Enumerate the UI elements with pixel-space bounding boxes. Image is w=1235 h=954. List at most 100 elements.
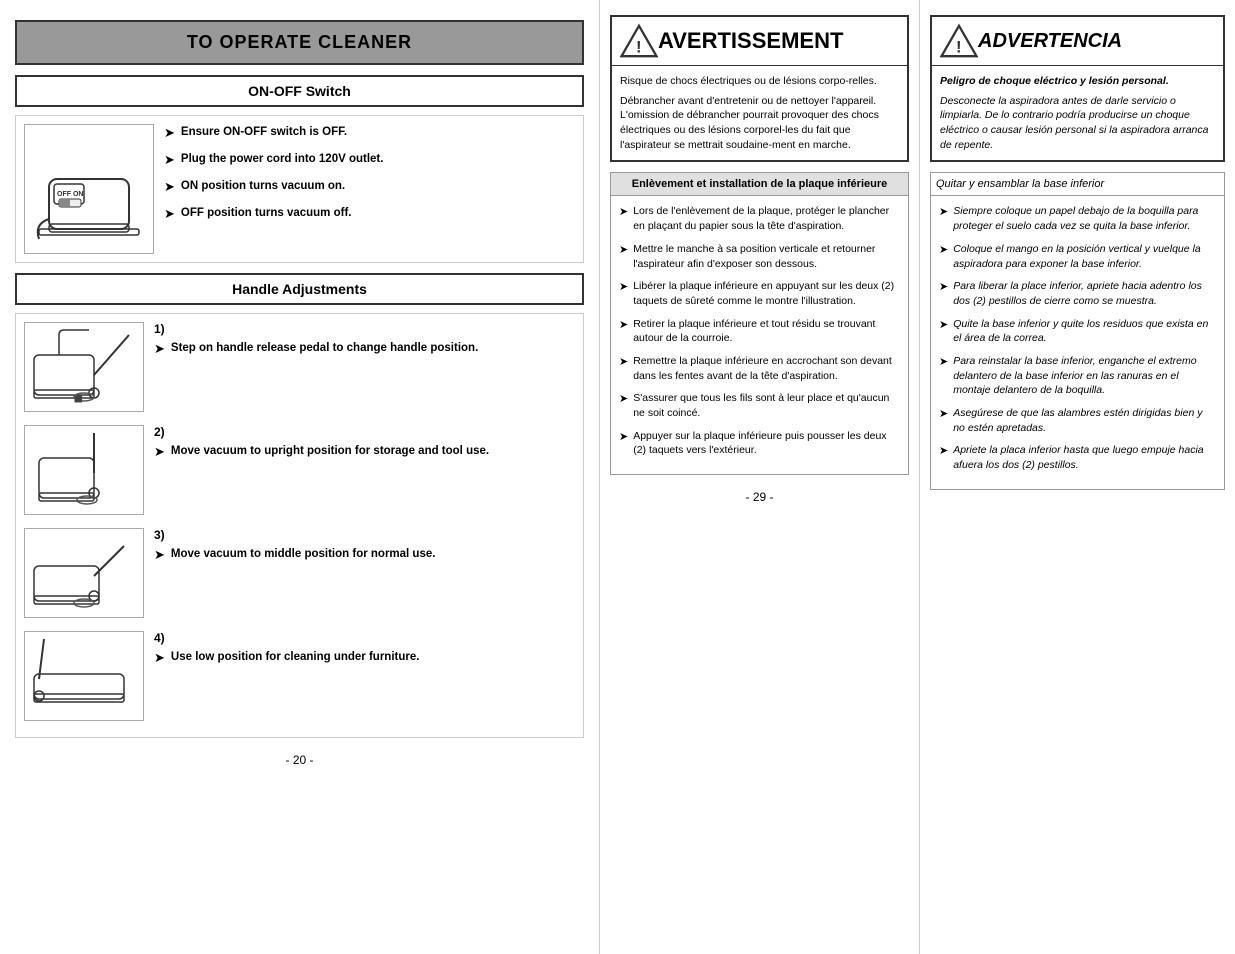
warning-header-es: ! ADVERTENCIA — [932, 17, 1223, 66]
bullet-fr-5: ➤ Remettre la plaque inférieure en accro… — [619, 354, 900, 383]
bullet-text-fr-2: Mettre le manche à sa position verticale… — [633, 242, 900, 271]
page-center: ! AVERTISSEMENT Risque de chocs électriq… — [600, 0, 920, 954]
handle-step-1: 1) ➤ Step on handle release pedal to cha… — [154, 322, 575, 367]
instruction-text-2: Plug the power cord into 120V outlet. — [181, 151, 384, 167]
bullet-arrow-fr-2: ➤ — [619, 243, 628, 258]
warning-title-fr: AVERTISSEMENT — [658, 28, 843, 54]
svg-text:⬛: ⬛ — [74, 394, 83, 403]
warning-text-fr-2: Débrancher avant d'entretenir ou de nett… — [620, 94, 899, 153]
handle-section: ⬛ 1) ➤ Step on handle release pedal to c… — [15, 313, 584, 738]
bullet-arrow-es-6: ➤ — [939, 407, 948, 422]
bullet-fr-6: ➤ S'assurer que tous les fils sont à leu… — [619, 391, 900, 420]
instruction-3: ➤ ON position turns vacuum on. — [164, 178, 575, 195]
handle-step-4: 4) ➤ Use low position for cleaning under… — [154, 631, 575, 676]
warning-body-fr: Risque de chocs électriques ou de lésion… — [612, 66, 907, 160]
warning-text-es-1: Peligro de choque eléctrico y lesión per… — [940, 74, 1215, 89]
bullet-text-es-1: Siempre coloque un papel debajo de la bo… — [953, 204, 1216, 233]
bullet-arrow-es-7: ➤ — [939, 444, 948, 459]
warning-box-french: ! AVERTISSEMENT Risque de chocs électriq… — [610, 15, 909, 162]
bullet-text-es-5: Para reinstalar la base inferior, enganc… — [953, 354, 1216, 398]
main-title: TO OPERATE CLEANER — [15, 20, 584, 65]
step-text-1: Step on handle release pedal to change h… — [171, 340, 478, 356]
bullet-es-7: ➤ Apriete la placa inferior hasta que lu… — [939, 443, 1216, 472]
bullet-text-fr-6: S'assurer que tous les fils sont à leur … — [633, 391, 900, 420]
arrow-icon-3: ➤ — [164, 179, 175, 195]
instruction-4: ➤ OFF position turns vacuum off. — [164, 205, 575, 222]
arrow-icon-8: ➤ — [154, 650, 165, 666]
bullet-text-fr-7: Appuyer sur la plaque inférieure puis po… — [633, 429, 900, 458]
svg-text:!: ! — [636, 37, 642, 56]
bullet-text-fr-5: Remettre la plaque inférieure en accroch… — [633, 354, 900, 383]
section-box-es: Quitar y ensamblar la base inferior ➤ Si… — [930, 172, 1225, 489]
handle-image-2 — [24, 425, 144, 515]
warning-box-es: ! ADVERTENCIA Peligro de choque eléctric… — [930, 15, 1225, 162]
handle-image-3 — [24, 528, 144, 618]
arrow-icon-6: ➤ — [154, 444, 165, 460]
handle-row-2: 2) ➤ Move vacuum to upright position for… — [24, 425, 575, 515]
warning-triangle-icon-fr: ! — [620, 22, 658, 60]
section-box-fr: Enlèvement et installation de la plaque … — [610, 172, 909, 475]
arrow-icon-4: ➤ — [164, 206, 175, 222]
page-far-right: ! ADVERTENCIA Peligro de choque eléctric… — [920, 0, 1235, 954]
bullet-arrow-fr-5: ➤ — [619, 355, 628, 370]
bullet-text-es-3: Para liberar la place inferior, apriete … — [953, 279, 1216, 308]
bullet-list-es: ➤ Siempre coloque un papel debajo de la … — [931, 196, 1224, 488]
bullet-arrow-es-5: ➤ — [939, 355, 948, 370]
bullet-arrow-es-2: ➤ — [939, 243, 948, 258]
bullet-arrow-fr-1: ➤ — [619, 205, 628, 220]
bullet-text-fr-1: Lors de l'enlèvement de la plaque, proté… — [633, 204, 900, 233]
handle-row-3: 3) ➤ Move vacuum to middle position for … — [24, 528, 575, 618]
instruction-text-4: OFF position turns vacuum off. — [181, 205, 352, 221]
handle-title: Handle Adjustments — [15, 273, 584, 305]
onoff-section: OFF ON ➤ Ensure ON-OFF switch is OFF. — [15, 115, 584, 263]
page-left: TO OPERATE CLEANER ON-OFF Switch OFF ON — [0, 0, 600, 954]
svg-text:OFF ON: OFF ON — [57, 191, 83, 198]
bullet-es-5: ➤ Para reinstalar la base inferior, enga… — [939, 354, 1216, 398]
bullet-text-es-7: Apriete la placa inferior hasta que lueg… — [953, 443, 1216, 472]
instruction-text-3: ON position turns vacuum on. — [181, 178, 345, 194]
step-num-3: 3) — [154, 528, 575, 542]
bullet-text-es-6: Asegúrese de que las alambres estén diri… — [953, 406, 1216, 435]
arrow-icon-2: ➤ — [164, 152, 175, 168]
page-num-center: - 29 - — [610, 490, 909, 504]
bullet-text-es-2: Coloque el mango en la posición vertical… — [953, 242, 1216, 271]
step-text-4: Use low position for cleaning under furn… — [171, 649, 420, 665]
bullet-fr-7: ➤ Appuyer sur la plaque inférieure puis … — [619, 429, 900, 458]
bullet-es-6: ➤ Asegúrese de que las alambres estén di… — [939, 406, 1216, 435]
instruction-text-1: Ensure ON-OFF switch is OFF. — [181, 124, 347, 140]
bullet-es-2: ➤ Coloque el mango en la posición vertic… — [939, 242, 1216, 271]
step-num-4: 4) — [154, 631, 575, 645]
bullet-arrow-fr-6: ➤ — [619, 392, 628, 407]
bullet-arrow-es-4: ➤ — [939, 318, 948, 333]
warning-triangle-icon-es: ! — [940, 22, 978, 60]
bullet-es-1: ➤ Siempre coloque un papel debajo de la … — [939, 204, 1216, 233]
warning-text-fr-1: Risque de chocs électriques ou de lésion… — [620, 74, 899, 89]
instruction-2: ➤ Plug the power cord into 120V outlet. — [164, 151, 575, 168]
handle-step-3: 3) ➤ Move vacuum to middle position for … — [154, 528, 575, 573]
bullet-text-fr-4: Retirer la plaque inférieure et tout rés… — [633, 317, 900, 346]
bullet-fr-1: ➤ Lors de l'enlèvement de la plaque, pro… — [619, 204, 900, 233]
handle-row-4: 4) ➤ Use low position for cleaning under… — [24, 631, 575, 721]
bullet-text-fr-3: Libérer la plaque inférieure en appuyant… — [633, 279, 900, 308]
step-text-2: Move vacuum to upright position for stor… — [171, 443, 489, 459]
bullet-es-3: ➤ Para liberar la place inferior, apriet… — [939, 279, 1216, 308]
warning-body-es: Peligro de choque eléctrico y lesión per… — [932, 66, 1223, 160]
handle-image-1: ⬛ — [24, 322, 144, 412]
page-right: ! AVERTISSEMENT Risque de chocs électriq… — [600, 0, 1235, 954]
arrow-icon-1: ➤ — [164, 125, 175, 141]
step-num-1: 1) — [154, 322, 575, 336]
bullet-arrow-fr-7: ➤ — [619, 430, 628, 445]
step-text-3: Move vacuum to middle position for norma… — [171, 546, 436, 562]
bullet-text-es-4: Quite la base inferior y quite los resid… — [953, 317, 1216, 346]
bullet-fr-4: ➤ Retirer la plaque inférieure et tout r… — [619, 317, 900, 346]
handle-image-4 — [24, 631, 144, 721]
warning-title-es: ADVERTENCIA — [978, 30, 1122, 53]
page-num-left: - 20 - — [15, 753, 584, 767]
bullet-arrow-fr-4: ➤ — [619, 318, 628, 333]
svg-text:!: ! — [956, 37, 962, 56]
arrow-icon-7: ➤ — [154, 547, 165, 563]
onoff-title: ON-OFF Switch — [15, 75, 584, 107]
warning-text-es-2: Desconecte la aspiradora antes de darle … — [940, 94, 1215, 153]
bullet-fr-2: ➤ Mettre le manche à sa position vertica… — [619, 242, 900, 271]
bullet-arrow-fr-3: ➤ — [619, 280, 628, 295]
